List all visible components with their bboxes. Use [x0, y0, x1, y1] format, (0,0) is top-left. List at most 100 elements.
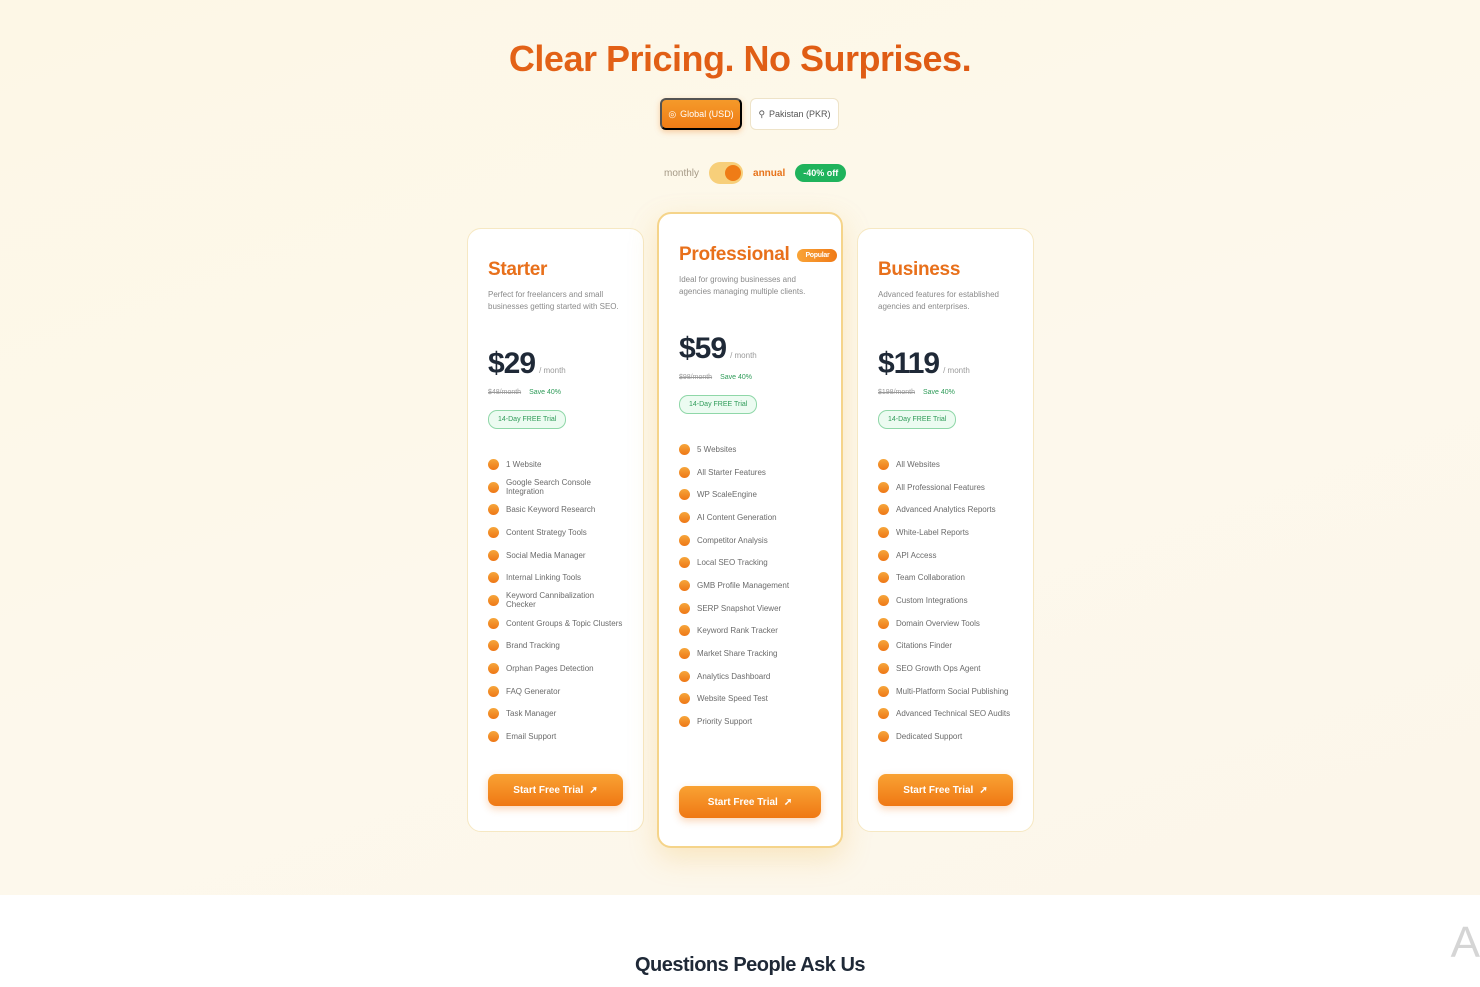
check-icon [878, 458, 889, 470]
feature-item: Task Manager [488, 703, 623, 726]
plan-card-professional: Professional Popular Ideal for growing bu… [657, 212, 843, 848]
feature-item: SEO Growth Ops Agent [878, 657, 1013, 680]
feature-item: Internal Linking Tools [488, 566, 623, 589]
start-trial-button-starter[interactable]: Start Free Trial ➚ [488, 774, 623, 806]
check-icon [878, 572, 889, 584]
rocket-icon: ➚ [589, 784, 598, 796]
plan-card-business: Business Advanced features for establish… [857, 228, 1034, 832]
savings-row: $98/month Save 40% [679, 374, 821, 381]
save-label: Save 40% [720, 374, 753, 381]
feature-item: Email Support [488, 725, 623, 748]
feature-label: Internal Linking Tools [506, 573, 582, 583]
faq-heading: Questions People Ask Us [634, 954, 866, 976]
check-icon [878, 549, 889, 561]
feature-item: Advanced Technical SEO Audits [878, 703, 1013, 726]
trial-badge: 14-Day FREE Trial [679, 395, 758, 414]
feature-label: WP ScaleEngine [697, 490, 757, 500]
feature-label: Analytics Dashboard [697, 671, 771, 681]
plan-name: Starter [488, 259, 623, 281]
check-icon [488, 594, 499, 606]
feature-label: Domain Overview Tools [896, 618, 980, 628]
feature-label: Brand Tracking [506, 641, 560, 651]
check-icon [878, 663, 889, 675]
check-icon [488, 708, 499, 720]
start-trial-button-business[interactable]: Start Free Trial ➚ [878, 774, 1013, 806]
billing-toggle[interactable] [709, 162, 744, 184]
check-icon [679, 511, 690, 523]
feature-label: Dedicated Support [896, 732, 963, 742]
feature-item: 5 Websites [679, 438, 821, 461]
feature-label: AI Content Generation [697, 512, 777, 522]
feature-label: Local SEO Tracking [697, 558, 768, 568]
trial-badge: 14-Day FREE Trial [878, 410, 957, 429]
check-icon [679, 443, 690, 455]
check-icon [878, 708, 889, 720]
feature-list: All Websites All Professional Features A… [878, 453, 1013, 748]
plan-name-text: Professional [679, 244, 790, 265]
feature-item: Content Groups & Topic Clusters [488, 612, 623, 635]
feature-item: Dedicated Support [878, 725, 1013, 748]
feature-list: 5 Websites All Starter Features WP Scale… [679, 438, 821, 733]
savings-row: $48/month Save 40% [488, 389, 623, 396]
feature-list: 1 Website Google Search Console Integrat… [488, 453, 623, 748]
popular-badge: Popular [797, 248, 838, 262]
feature-label: Competitor Analysis [697, 535, 768, 545]
feature-label: 1 Website [506, 459, 542, 469]
plan-name-text: Starter [488, 259, 548, 280]
check-icon [679, 534, 690, 546]
feature-label: Task Manager [506, 709, 557, 719]
discount-badge: -40% off [795, 164, 847, 182]
feature-label: Advanced Analytics Reports [896, 505, 996, 515]
feature-item: Priority Support [679, 710, 821, 733]
check-icon [878, 640, 889, 652]
feature-label: 5 Websites [697, 444, 737, 454]
cta-label: Start Free Trial [903, 784, 974, 796]
feature-item: Google Search Console Integration [488, 476, 623, 499]
plan-description: Perfect for freelancers and small busine… [488, 290, 619, 311]
feature-item: Keyword Rank Tracker [679, 620, 821, 643]
check-icon [878, 685, 889, 697]
feature-item: All Professional Features [878, 476, 1013, 499]
original-price: $48/month [488, 389, 522, 396]
plan-card-starter: Starter Perfect for freelancers and smal… [467, 228, 644, 832]
feature-item: Domain Overview Tools [878, 612, 1013, 635]
plan-description: Ideal for growing businesses and agencie… [679, 275, 806, 296]
region-global-button[interactable]: ◎ Global (USD) [660, 98, 742, 130]
feature-item: White-Label Reports [878, 521, 1013, 544]
save-label: Save 40% [529, 389, 562, 396]
check-icon [679, 602, 690, 614]
billing-annual-label: annual [753, 167, 786, 179]
plan-name: Professional Popular [679, 244, 838, 266]
globe-icon: ◎ [668, 108, 677, 119]
price-period: / month [730, 351, 757, 360]
check-icon [679, 489, 690, 501]
feature-label: Content Groups & Topic Clusters [506, 618, 623, 628]
price-row: $29 / month [488, 347, 623, 381]
feature-label: FAQ Generator [506, 686, 561, 696]
feature-label: SEO Growth Ops Agent [896, 664, 981, 674]
start-trial-button-professional[interactable]: Start Free Trial ➚ [679, 786, 821, 818]
feature-item: Keyword Cannibalization Checker [488, 589, 623, 612]
billing-toggle-row: monthly annual -40% off [664, 160, 847, 186]
region-pakistan-button[interactable]: ⚲ Pakistan (PKR) [750, 98, 839, 130]
check-icon [488, 572, 499, 584]
check-icon [488, 504, 499, 516]
check-icon [679, 557, 690, 569]
check-icon [488, 526, 499, 538]
check-icon [488, 549, 499, 561]
feature-label: Team Collaboration [896, 573, 965, 583]
region-label: Global (USD) [680, 109, 734, 119]
feature-item: Local SEO Tracking [679, 551, 821, 574]
feature-label: Basic Keyword Research [506, 505, 596, 515]
feature-label: Orphan Pages Detection [506, 664, 594, 674]
feature-item: Website Speed Test [679, 688, 821, 711]
price-row: $59 / month [679, 332, 821, 366]
plan-name-text: Business [878, 259, 961, 280]
feature-item: WP ScaleEngine [679, 483, 821, 506]
feature-label: GMB Profile Management [697, 580, 790, 590]
check-icon [679, 716, 690, 728]
page-title: Clear Pricing. No Surprises. [0, 38, 1480, 80]
price-period: / month [943, 366, 970, 375]
feature-label: All Starter Features [697, 467, 766, 477]
feature-label: Citations Finder [896, 641, 953, 651]
